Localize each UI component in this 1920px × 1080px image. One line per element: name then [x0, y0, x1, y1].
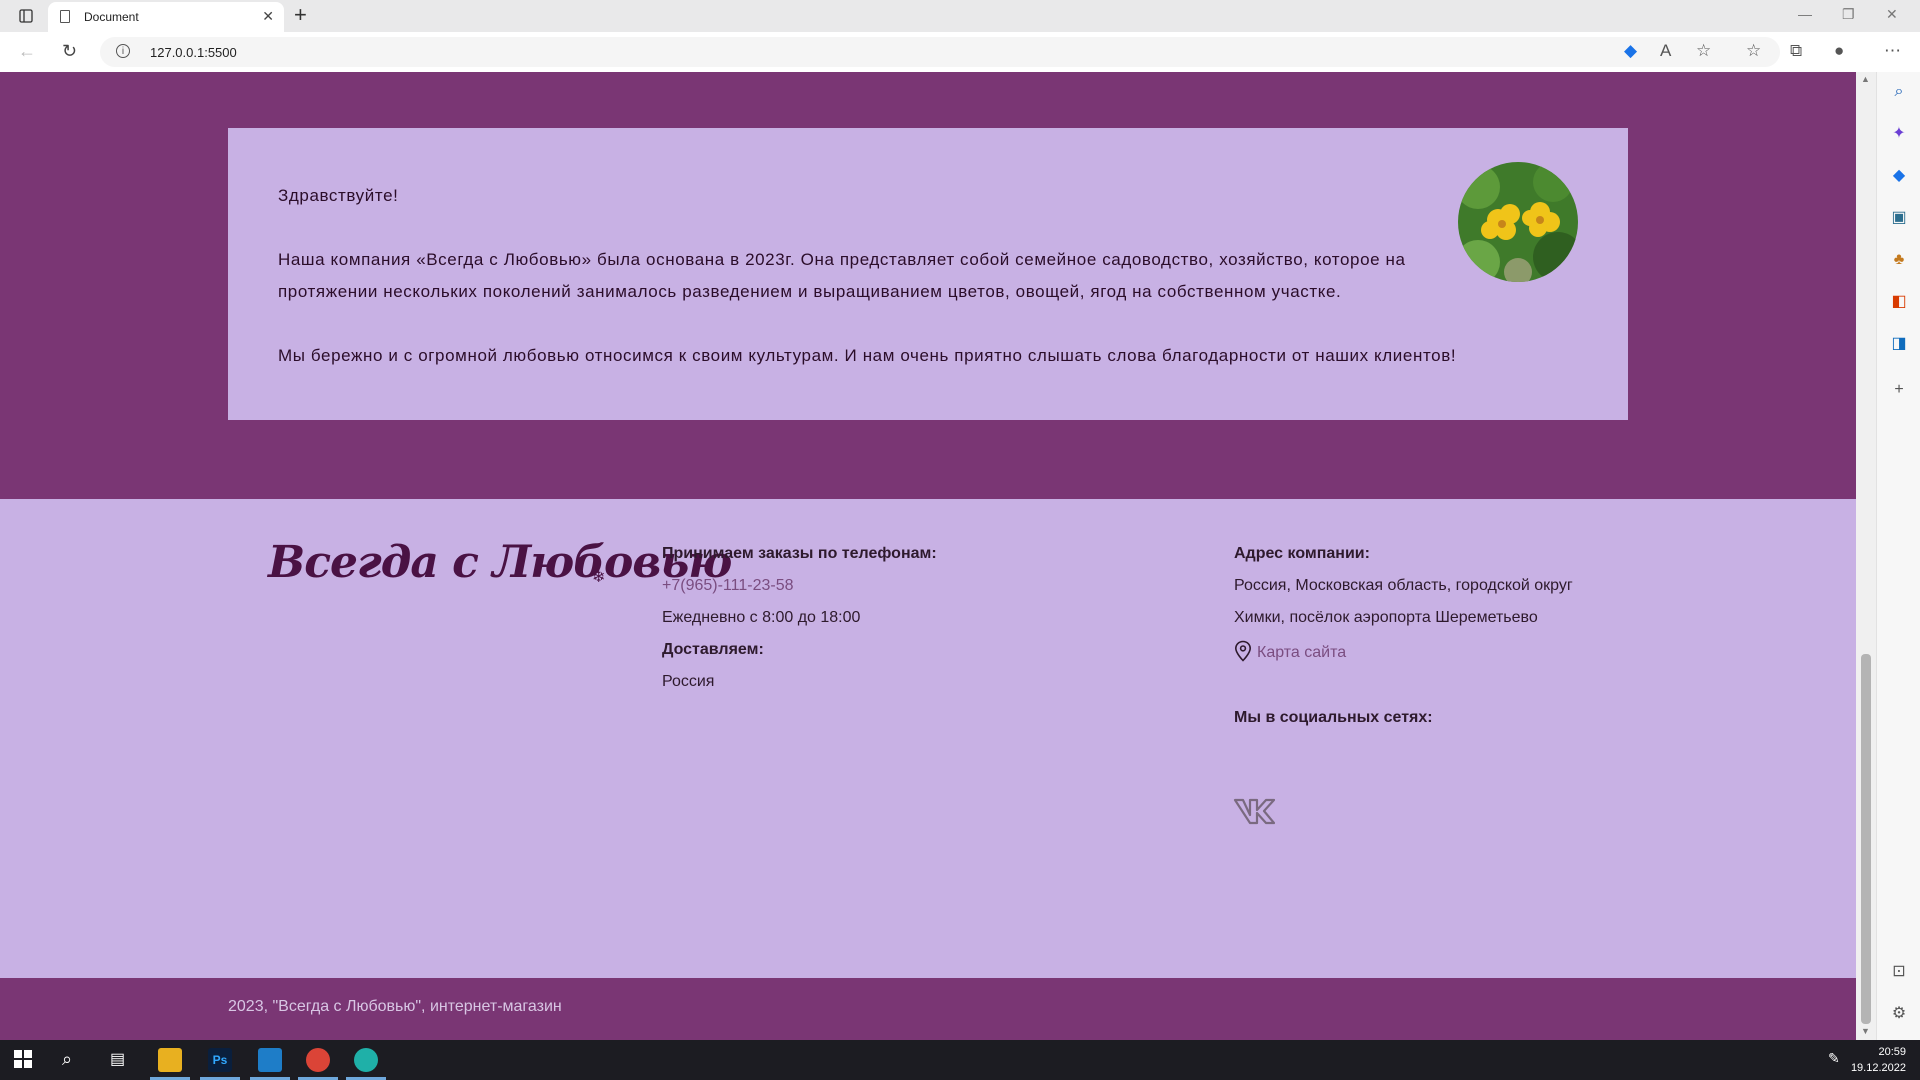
tray-clock[interactable]: 20:59 19.12.2022 — [1851, 1044, 1906, 1076]
minimize-icon[interactable]: — — [1798, 6, 1812, 22]
address-heading: Адрес компании: — [1234, 545, 1370, 562]
greeting-text: Здравствуйте! — [278, 186, 399, 205]
favorite-add-icon[interactable]: ☆ — [1696, 41, 1711, 61]
phone-link[interactable]: +7(965)-111-23-58 — [662, 577, 794, 595]
games-icon[interactable]: ♣ — [1889, 250, 1909, 270]
edge-icon[interactable] — [354, 1048, 378, 1072]
scrollbar-thumb[interactable] — [1861, 654, 1871, 1024]
windows-taskbar: ⌕ ▤ Ps ✎ 20:59 19.12.2022 — [0, 1040, 1920, 1080]
taskbar-search-icon[interactable]: ⌕ — [62, 1049, 72, 1070]
restore-icon[interactable]: ❐ — [1842, 6, 1855, 23]
social-heading: Мы в социальных сетях: — [1234, 709, 1433, 726]
search-icon[interactable]: ⌕ — [1889, 82, 1909, 102]
sitemap-link[interactable]: Карта сайта — [1257, 644, 1346, 662]
office-icon[interactable]: ◧ — [1889, 292, 1909, 312]
about-card: Здравствуйте! Наша компания «Всегда с Лю… — [228, 128, 1628, 420]
refresh-icon[interactable]: ↻ — [62, 41, 77, 61]
settings-gear-icon[interactable]: ⚙ — [1889, 1004, 1909, 1024]
copyright-bar: 2023, "Всегда с Любовью", интернет-магаз… — [0, 978, 1856, 1040]
page-scrollbar[interactable]: ▲ ▼ — [1856, 72, 1876, 1040]
page-viewport: Здравствуйте! Наша компания «Всегда с Лю… — [0, 72, 1856, 1040]
sparkle-icon[interactable]: ✦ — [1889, 124, 1909, 144]
chrome-icon[interactable] — [306, 1048, 330, 1072]
map-pin-icon — [1234, 640, 1252, 667]
back-icon[interactable]: ← — [18, 41, 36, 61]
tag-icon[interactable]: ◆ — [1624, 41, 1637, 61]
edge-sidebar: ⌕ ✦ ◆ ▣ ♣ ◧ ◨ + ⊡ ⚙ — [1876, 72, 1920, 1040]
shopping-tag-icon[interactable]: ◆ — [1889, 166, 1909, 186]
browser-tab-bar: Document ✕ + — ❐ ✕ — [0, 0, 1920, 32]
delivery-region: Россия — [662, 673, 715, 690]
working-hours: Ежедневно с 8:00 до 18:00 — [662, 609, 861, 626]
file-explorer-icon[interactable] — [158, 1048, 182, 1072]
windows-start-icon[interactable] — [14, 1050, 32, 1073]
collections-icon[interactable]: ⧉ — [1790, 41, 1802, 61]
url-text[interactable]: 127.0.0.1:5500 — [150, 45, 237, 60]
scroll-down-icon[interactable]: ▼ — [1861, 1026, 1870, 1036]
copyright-text: 2023, "Всегда с Любовью", интернет-магаз… — [228, 998, 562, 1015]
address-line-1: Россия, Московская область, городской ок… — [1234, 577, 1573, 594]
more-icon[interactable]: ⋯ — [1884, 41, 1901, 61]
about-paragraph-2: Мы бережно и с огромной любовью относимс… — [278, 346, 1457, 365]
flower-photo — [1458, 162, 1578, 282]
tools-icon[interactable]: ▣ — [1889, 208, 1909, 228]
orders-heading: Принимаем заказы по телефонам: — [662, 545, 937, 562]
tab-title: Document — [84, 10, 139, 24]
site-footer: Всегда с Любовью ❄ Принимаем заказы по т… — [0, 499, 1856, 978]
about-paragraph-1: Наша компания «Всегда с Любовью» была ос… — [278, 250, 1406, 301]
vscode-icon[interactable] — [258, 1048, 282, 1072]
address-line-2: Химки, посёлок аэропорта Шереметьево — [1234, 609, 1538, 626]
document-icon — [60, 10, 70, 23]
browser-tab[interactable]: Document ✕ — [48, 2, 284, 32]
delivery-heading: Доставляем: — [662, 641, 764, 658]
outlook-icon[interactable]: ◨ — [1889, 334, 1909, 354]
about-section: Здравствуйте! Наша компания «Всегда с Лю… — [0, 72, 1856, 499]
address-bar[interactable]: i 127.0.0.1:5500 — [100, 37, 1780, 67]
clock-time: 20:59 — [1878, 1046, 1906, 1058]
read-aloud-icon[interactable]: A — [1660, 41, 1671, 61]
add-icon[interactable]: + — [1889, 380, 1909, 400]
close-tab-icon[interactable]: ✕ — [262, 9, 274, 23]
address-bar-row: ← ↻ i 127.0.0.1:5500 ◆ A ☆ ☆ ⧉ ● ⋯ — [0, 32, 1920, 73]
sidebar-panel-icon[interactable]: ⊡ — [1889, 962, 1909, 982]
new-tab-button[interactable]: + — [294, 4, 307, 26]
snowflake-icon: ❄ — [592, 569, 606, 586]
site-info-icon[interactable]: i — [116, 44, 130, 58]
task-view-icon[interactable]: ▤ — [110, 1049, 125, 1069]
scroll-up-icon[interactable]: ▲ — [1861, 74, 1870, 84]
photoshop-icon[interactable]: Ps — [208, 1048, 232, 1072]
pen-icon[interactable]: ✎ — [1828, 1050, 1840, 1067]
tab-actions-icon[interactable] — [16, 6, 36, 26]
profile-icon[interactable]: ● — [1834, 41, 1844, 61]
clock-date: 19.12.2022 — [1850, 1062, 1906, 1074]
favorites-icon[interactable]: ☆ — [1746, 41, 1761, 61]
vk-icon[interactable] — [1233, 797, 1276, 830]
window-close-icon[interactable]: ✕ — [1886, 6, 1898, 23]
